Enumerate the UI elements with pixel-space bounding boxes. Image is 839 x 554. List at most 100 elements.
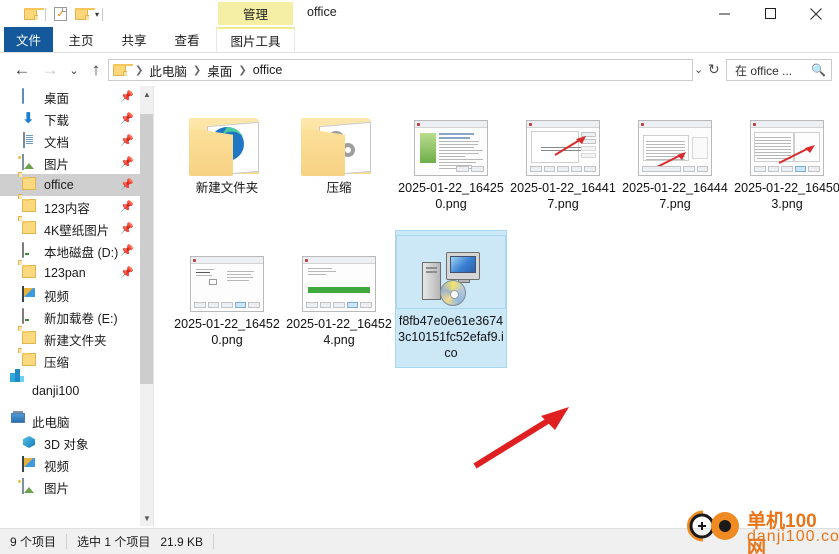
breadcrumb-item-this-pc[interactable]: 此电脑	[148, 61, 188, 80]
computer-icon	[420, 250, 482, 308]
pin-icon[interactable]: 📌	[120, 200, 134, 213]
sidebar-item-label: 本地磁盘 (D:)	[44, 245, 119, 260]
sidebar-item-this-pc[interactable]: 此电脑	[0, 410, 140, 432]
sidebar-item-pictures[interactable]: 图片 📌	[0, 152, 140, 174]
sidebar-item-documents[interactable]: 文档 📌	[0, 130, 140, 152]
tab-picture-tools[interactable]: 图片工具	[216, 27, 295, 52]
sidebar-item-local-disk-d[interactable]: 本地磁盘 (D:) 📌	[0, 240, 140, 262]
sidebar-item-desktop[interactable]: 桌面 📌	[0, 86, 140, 108]
tab-file[interactable]: 文件	[4, 27, 53, 52]
sidebar-item-label: 视频	[44, 289, 70, 304]
address-bar: ← → ⌄ ↑ ❯ 此电脑 ❯ 桌面 ❯ office ⌄ ↻ 在 office…	[0, 54, 839, 86]
sidebar-item-videos[interactable]: 视频	[0, 284, 140, 306]
thumbnail	[619, 98, 731, 176]
forward-arrow-icon[interactable]: →	[38, 58, 62, 82]
breadcrumb-item-desktop[interactable]: 桌面	[206, 61, 233, 80]
scrollbar-thumb[interactable]	[140, 114, 154, 384]
monitor-icon	[446, 252, 480, 283]
back-arrow-icon[interactable]: ←	[10, 58, 34, 82]
pin-icon[interactable]: 📌	[120, 178, 134, 191]
recent-locations-icon[interactable]: ⌄	[62, 58, 86, 82]
sidebar-item-123pan[interactable]: 123pan 📌	[0, 260, 140, 284]
sidebar-item-videos-pc[interactable]: 视频	[0, 454, 140, 476]
file-item-ico-selected[interactable]: f8fb47e0e61e36743c10151fc52efaf9.ico	[395, 230, 507, 368]
pin-icon[interactable]: 📌	[120, 244, 134, 257]
sidebar-item-label: 压缩	[44, 355, 70, 370]
file-name: f8fb47e0e61e36743c10151fc52efaf9.ico	[398, 314, 504, 360]
png-thumbnail-installer	[414, 120, 488, 176]
divider	[213, 534, 215, 549]
file-item-png-250[interactable]: 2025-01-22_164250.png	[395, 98, 507, 212]
search-icon: 🔍	[811, 63, 826, 77]
file-item-png-524[interactable]: 2025-01-22_164524.png	[283, 234, 395, 348]
sidebar-item-123content[interactable]: 123内容 📌	[0, 194, 140, 218]
png-thumbnail-progress	[302, 256, 376, 312]
progress-bar	[308, 287, 370, 293]
chevron-down-icon[interactable]: ▾	[95, 10, 99, 19]
minimize-icon[interactable]	[701, 0, 747, 27]
pin-icon[interactable]: 📌	[120, 156, 134, 169]
window-title: office	[307, 5, 337, 19]
file-name: 2025-01-22_164524.png	[286, 317, 392, 347]
pin-icon[interactable]: 📌	[120, 134, 134, 147]
sidebar-item-3d-objects[interactable]: 3D 对象	[0, 432, 140, 454]
tab-share[interactable]: 共享	[110, 27, 158, 52]
refresh-icon[interactable]: ↻	[708, 61, 720, 78]
sidebar-item-new-volume-e[interactable]: 新加载卷 (E:)	[0, 306, 140, 328]
file-name: 新建文件夹	[195, 181, 259, 195]
file-list-pane[interactable]: 新建文件夹 压缩 2025-01-22_164250.png 2025-01-2…	[155, 86, 839, 526]
breadcrumb-item-office[interactable]: office	[252, 63, 284, 77]
folder-icon	[113, 64, 133, 76]
chevron-up-icon[interactable]: ▲	[140, 86, 154, 102]
file-name: 2025-01-22_164447.png	[622, 181, 728, 211]
png-thumbnail-dialog	[526, 120, 600, 176]
close-icon[interactable]	[793, 0, 839, 27]
sidebar-item-downloads[interactable]: ⬇ 下载 📌	[0, 108, 140, 130]
breadcrumb-separator: ❯	[192, 64, 202, 76]
sidebar-item-danji100[interactable]: danji100	[0, 369, 140, 402]
file-item-png-503[interactable]: 2025-01-22_164503.png	[731, 98, 839, 212]
sidebar-item-4k-wallpaper[interactable]: 4K壁纸图片 📌	[0, 216, 140, 240]
pin-icon[interactable]: 📌	[120, 222, 134, 235]
properties-icon[interactable]: ✓	[49, 4, 71, 24]
folder-icon	[301, 114, 377, 177]
sidebar-item-label: 此电脑	[32, 415, 70, 430]
sidebar-item-label: 新加载卷 (E:)	[44, 311, 118, 326]
tab-view[interactable]: 查看	[163, 27, 211, 52]
file-item-png-417[interactable]: 2025-01-22_164417.png	[507, 98, 619, 212]
new-folder-icon[interactable]	[71, 4, 95, 24]
thumbnail	[283, 234, 395, 312]
pin-icon[interactable]: 📌	[120, 90, 134, 103]
up-arrow-icon[interactable]: ↑	[84, 58, 108, 82]
download-icon: ⬇	[22, 110, 35, 127]
tab-home[interactable]: 主页	[57, 27, 105, 52]
png-thumbnail-transparency	[190, 256, 264, 312]
pin-icon[interactable]: 📌	[120, 266, 134, 279]
quick-access-toolbar: ✓ ▾	[20, 4, 106, 24]
address-dropdown-icon[interactable]: ⌄	[694, 63, 703, 76]
file-name: 2025-01-22_164417.png	[510, 181, 616, 211]
sidebar-item-compressed[interactable]: 压缩	[0, 348, 140, 372]
search-input[interactable]: 在 office ... 🔍	[726, 59, 832, 81]
file-name: 压缩	[326, 181, 352, 195]
folder-icon	[18, 260, 39, 281]
sidebar-item-pictures-pc[interactable]: 图片	[0, 476, 140, 498]
drive-icon	[22, 308, 39, 325]
ribbon-tab-bar: 文件 主页 共享 查看 图片工具 ⌄ ?	[0, 27, 839, 75]
png-thumbnail-options	[750, 120, 824, 176]
file-item-compressed[interactable]: 压缩	[283, 98, 395, 196]
file-item-new-folder[interactable]: 新建文件夹	[171, 98, 283, 196]
sidebar-item-office[interactable]: office 📌	[0, 172, 140, 196]
sidebar-item-new-folder[interactable]: 新建文件夹	[0, 326, 140, 350]
navigation-pane-scrollbar[interactable]: ▲ ▼	[140, 86, 154, 526]
tower-icon	[422, 262, 441, 300]
maximize-icon[interactable]	[747, 0, 793, 27]
sidebar-item-label: 图片	[44, 481, 70, 496]
pin-icon[interactable]: 📌	[120, 112, 134, 125]
file-item-png-447[interactable]: 2025-01-22_164447.png	[619, 98, 731, 212]
search-placeholder: 在 office ...	[735, 63, 793, 78]
file-item-png-520[interactable]: 2025-01-22_164520.png	[171, 234, 283, 348]
chevron-down-icon[interactable]: ▼	[140, 510, 154, 526]
breadcrumb[interactable]: ❯ 此电脑 ❯ 桌面 ❯ office	[108, 59, 693, 81]
folder-icon[interactable]	[20, 4, 44, 24]
